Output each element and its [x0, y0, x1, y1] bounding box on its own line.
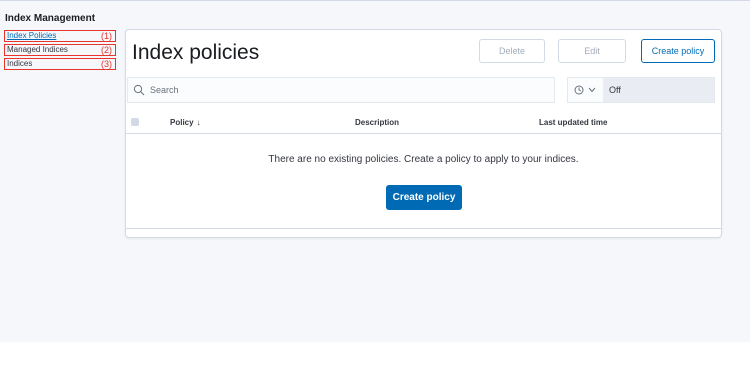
column-header-description: Description — [355, 118, 400, 127]
chevron-down-icon — [588, 87, 596, 93]
sidebar-item-label: Index Policies — [7, 31, 57, 40]
search-icon — [133, 84, 145, 96]
sidebar-item-label: Indices — [7, 59, 33, 68]
sidebar-item-managed-indices[interactable]: Managed Indices (2) — [4, 44, 116, 56]
table-header: Policy ↓ Description Last updated time — [126, 112, 721, 134]
empty-state-create-policy-button[interactable]: Create policy — [386, 185, 462, 210]
annotation-marker: (1) — [101, 31, 112, 41]
empty-state-message: There are no existing policies. Create a… — [268, 154, 579, 165]
column-header-last-updated[interactable]: Last updated time — [539, 118, 607, 127]
table-footer-divider — [126, 228, 721, 229]
refresh-interval: Off — [567, 77, 715, 103]
sidebar: Index Management Index Policies (1) Mana… — [4, 13, 116, 72]
sidebar-title: Index Management — [5, 13, 96, 24]
page-title: Index policies — [132, 41, 260, 64]
app-background: Index Management Index Policies (1) Mana… — [0, 0, 750, 342]
sidebar-item-index-policies[interactable]: Index Policies (1) — [4, 30, 116, 42]
sidebar-item-indices[interactable]: Indices (3) — [4, 58, 116, 70]
annotation-marker: (3) — [101, 59, 112, 69]
annotation-marker: (2) — [101, 45, 112, 55]
delete-button[interactable]: Delete — [479, 39, 545, 63]
sidebar-item-label: Managed Indices — [7, 45, 68, 54]
select-all-checkbox[interactable] — [131, 118, 139, 126]
search-box — [127, 77, 555, 103]
edit-button[interactable]: Edit — [558, 39, 626, 63]
policies-panel: Index policies Delete Edit Create policy… — [125, 29, 722, 238]
search-input[interactable] — [150, 82, 540, 98]
column-header-policy[interactable]: Policy ↓ — [170, 118, 201, 127]
clock-icon — [574, 85, 584, 95]
create-policy-button[interactable]: Create policy — [641, 39, 715, 63]
refresh-interval-value: Off — [609, 85, 621, 95]
top-divider — [0, 0, 750, 1]
column-header-label: Policy — [170, 118, 194, 127]
sort-arrow-icon: ↓ — [196, 118, 201, 127]
refresh-interval-toggle[interactable] — [568, 78, 603, 102]
